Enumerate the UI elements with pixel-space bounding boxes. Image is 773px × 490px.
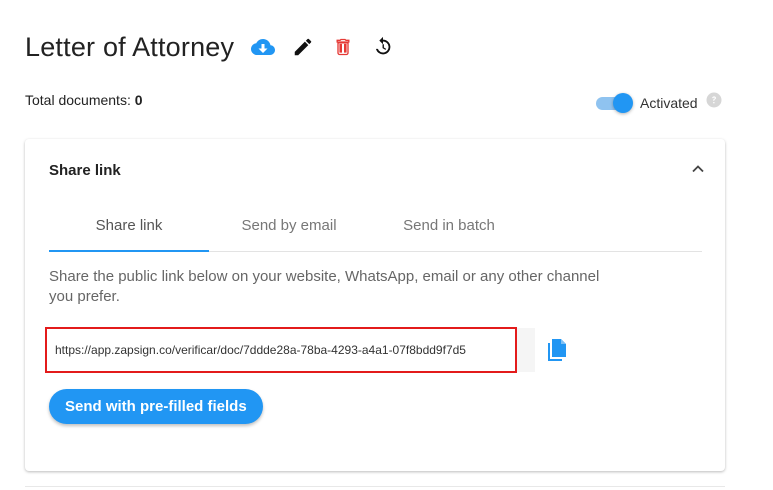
share-tabs: Share link Send by email Send in batch	[49, 209, 702, 252]
link-field-highlight	[45, 327, 517, 373]
history-icon	[376, 36, 391, 55]
activated-toggle[interactable]	[596, 92, 633, 113]
collapse-button[interactable]	[688, 159, 708, 179]
download-button[interactable]	[250, 34, 276, 60]
help-button[interactable]	[706, 92, 722, 113]
total-documents-value: 0	[134, 92, 143, 108]
toggle-label: Activated	[640, 94, 698, 111]
chevron-up-icon	[692, 165, 704, 173]
link-row	[45, 327, 569, 373]
share-description: Share the public link below on your webs…	[49, 268, 600, 305]
divider	[25, 486, 725, 487]
title-row: Letter of Attorney	[25, 30, 396, 64]
edit-button[interactable]	[290, 34, 316, 60]
tab-share-link[interactable]: Share link	[49, 209, 209, 252]
page: Letter of Attorney Total documents: 0 Ac…	[0, 0, 773, 490]
question-circle-icon	[706, 92, 722, 108]
page-title: Letter of Attorney	[25, 32, 235, 62]
tab-send-by-email[interactable]: Send by email	[209, 209, 369, 251]
pencil-icon	[294, 38, 312, 56]
trash-icon	[336, 38, 350, 56]
total-documents: Total documents: 0	[25, 92, 143, 108]
status-toggle-group: Activated	[596, 92, 722, 113]
card-title: Share link	[49, 162, 121, 179]
copy-link-button[interactable]	[545, 336, 569, 364]
title-actions	[250, 34, 396, 60]
cloud-download-icon	[251, 39, 276, 55]
share-link-card: Share link Share link Send by email Send…	[25, 139, 725, 471]
history-button[interactable]	[370, 34, 396, 60]
toggle-knob	[613, 92, 633, 113]
total-documents-label: Total documents:	[25, 92, 131, 108]
send-prefilled-button[interactable]: Send with pre-filled fields	[49, 389, 263, 424]
copy-icon	[548, 339, 566, 361]
delete-button[interactable]	[330, 34, 356, 60]
share-link-input[interactable]	[55, 343, 515, 357]
link-field-end	[517, 328, 535, 372]
tab-send-in-batch[interactable]: Send in batch	[369, 209, 529, 251]
